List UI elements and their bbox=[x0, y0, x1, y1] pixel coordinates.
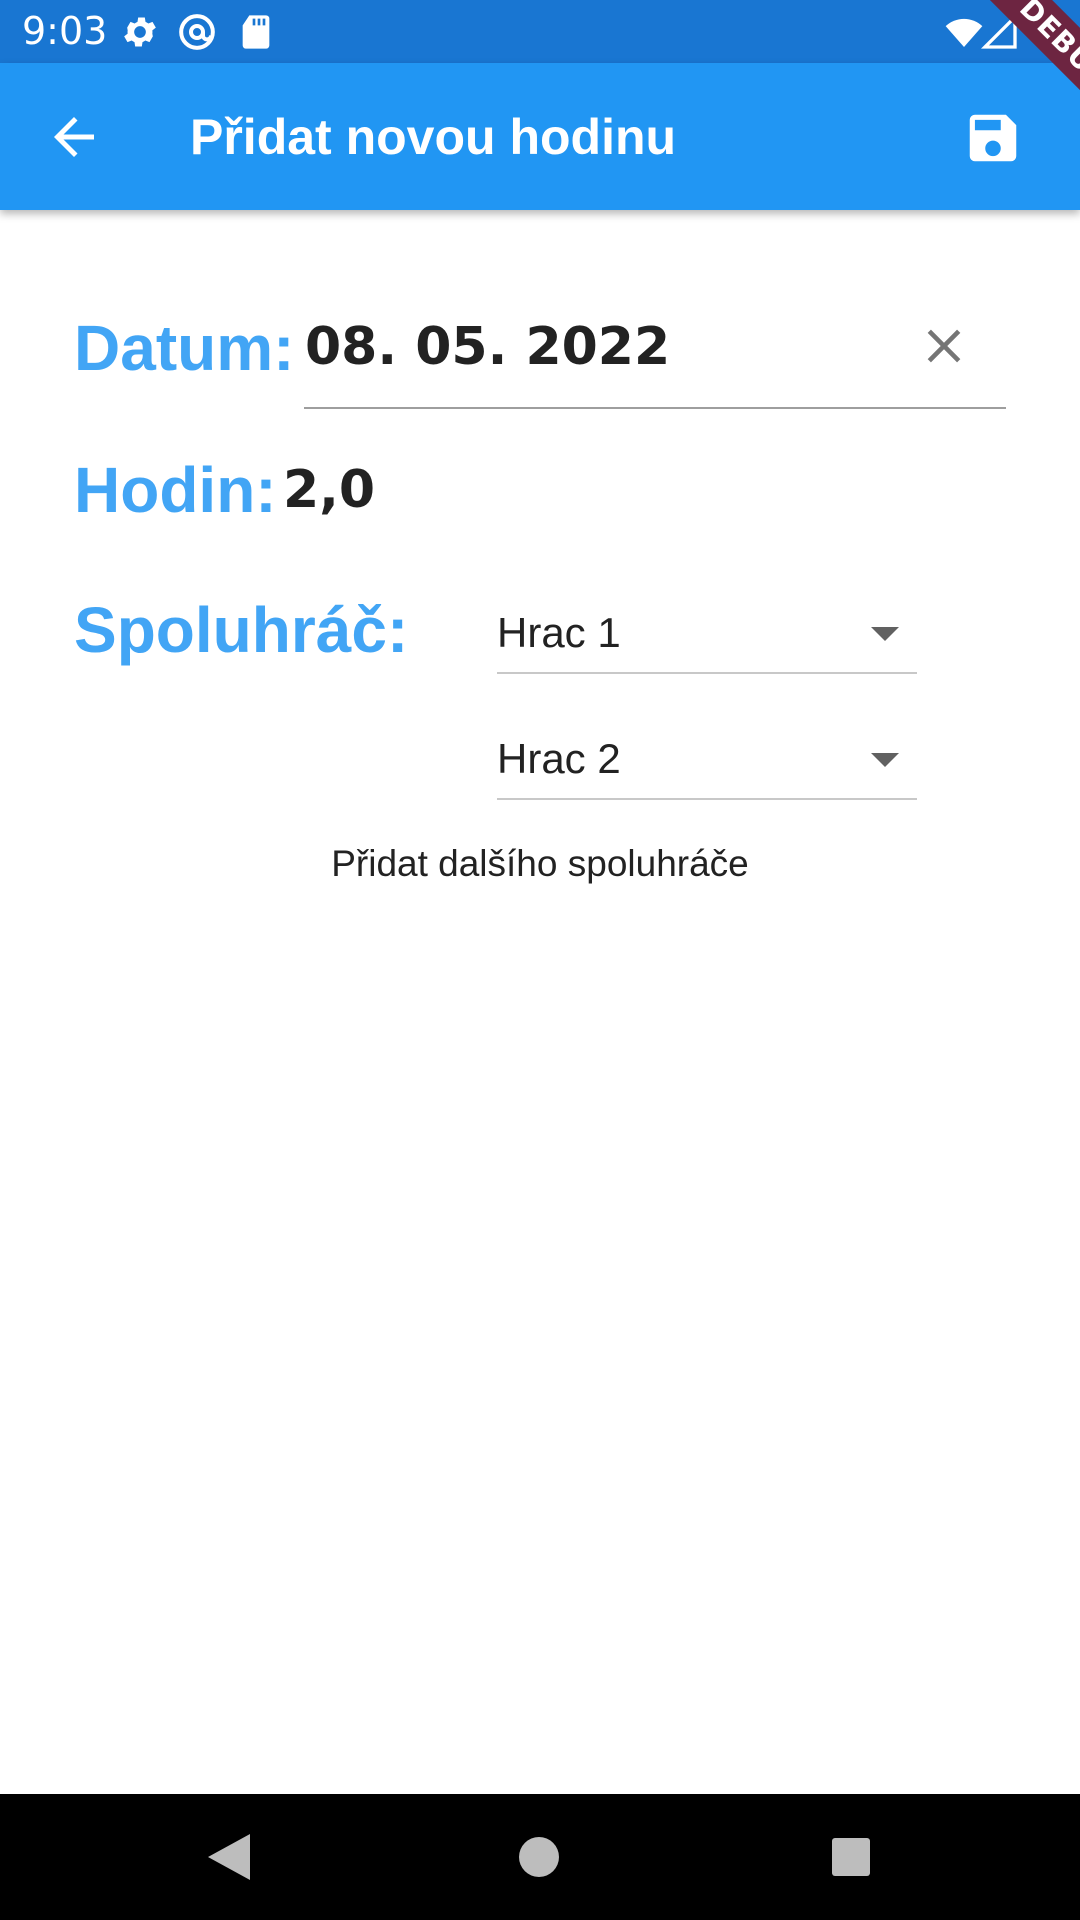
page-title: Přidat novou hodinu bbox=[190, 109, 677, 165]
gear-icon bbox=[124, 17, 156, 47]
date-field-underline bbox=[304, 407, 1006, 409]
chevron-down-icon bbox=[871, 753, 899, 767]
home-circle-icon[interactable] bbox=[512, 1830, 566, 1884]
save-icon[interactable] bbox=[962, 107, 1024, 169]
partner-label: Spoluhráč: bbox=[74, 594, 409, 666]
back-triangle-icon[interactable] bbox=[204, 1830, 254, 1884]
recents-square-icon[interactable] bbox=[828, 1830, 874, 1884]
partner-dropdown-1-underline bbox=[497, 672, 917, 674]
at-sign-icon bbox=[179, 14, 215, 50]
back-arrow-icon[interactable] bbox=[44, 107, 104, 167]
hours-value: 2,0 bbox=[283, 460, 376, 520]
sd-card-icon bbox=[242, 15, 270, 49]
partner-dropdown-2-value: Hrac 2 bbox=[497, 735, 621, 782]
clear-icon[interactable] bbox=[916, 318, 972, 374]
app-bar: Přidat novou hodinu bbox=[0, 63, 1080, 210]
navigation-bar bbox=[0, 1794, 1080, 1920]
partner-dropdown-1-value: Hrac 1 bbox=[497, 609, 621, 656]
date-field[interactable]: 08. 05. 2022 bbox=[305, 315, 670, 379]
screen: 9:03 Přidat novou hodinu DEBUG Datum: 08… bbox=[0, 0, 1080, 1920]
chevron-down-icon bbox=[871, 627, 899, 641]
status-time: 9:03 bbox=[22, 9, 108, 53]
hours-label: Hodin: bbox=[74, 454, 277, 526]
date-label: Datum: bbox=[74, 312, 295, 384]
partner-dropdown-2-underline bbox=[497, 798, 917, 800]
add-partner-button[interactable]: Přidat dalšího spoluhráče bbox=[0, 838, 1080, 890]
wifi-icon bbox=[945, 18, 983, 47]
status-bar: 9:03 bbox=[0, 0, 1080, 63]
